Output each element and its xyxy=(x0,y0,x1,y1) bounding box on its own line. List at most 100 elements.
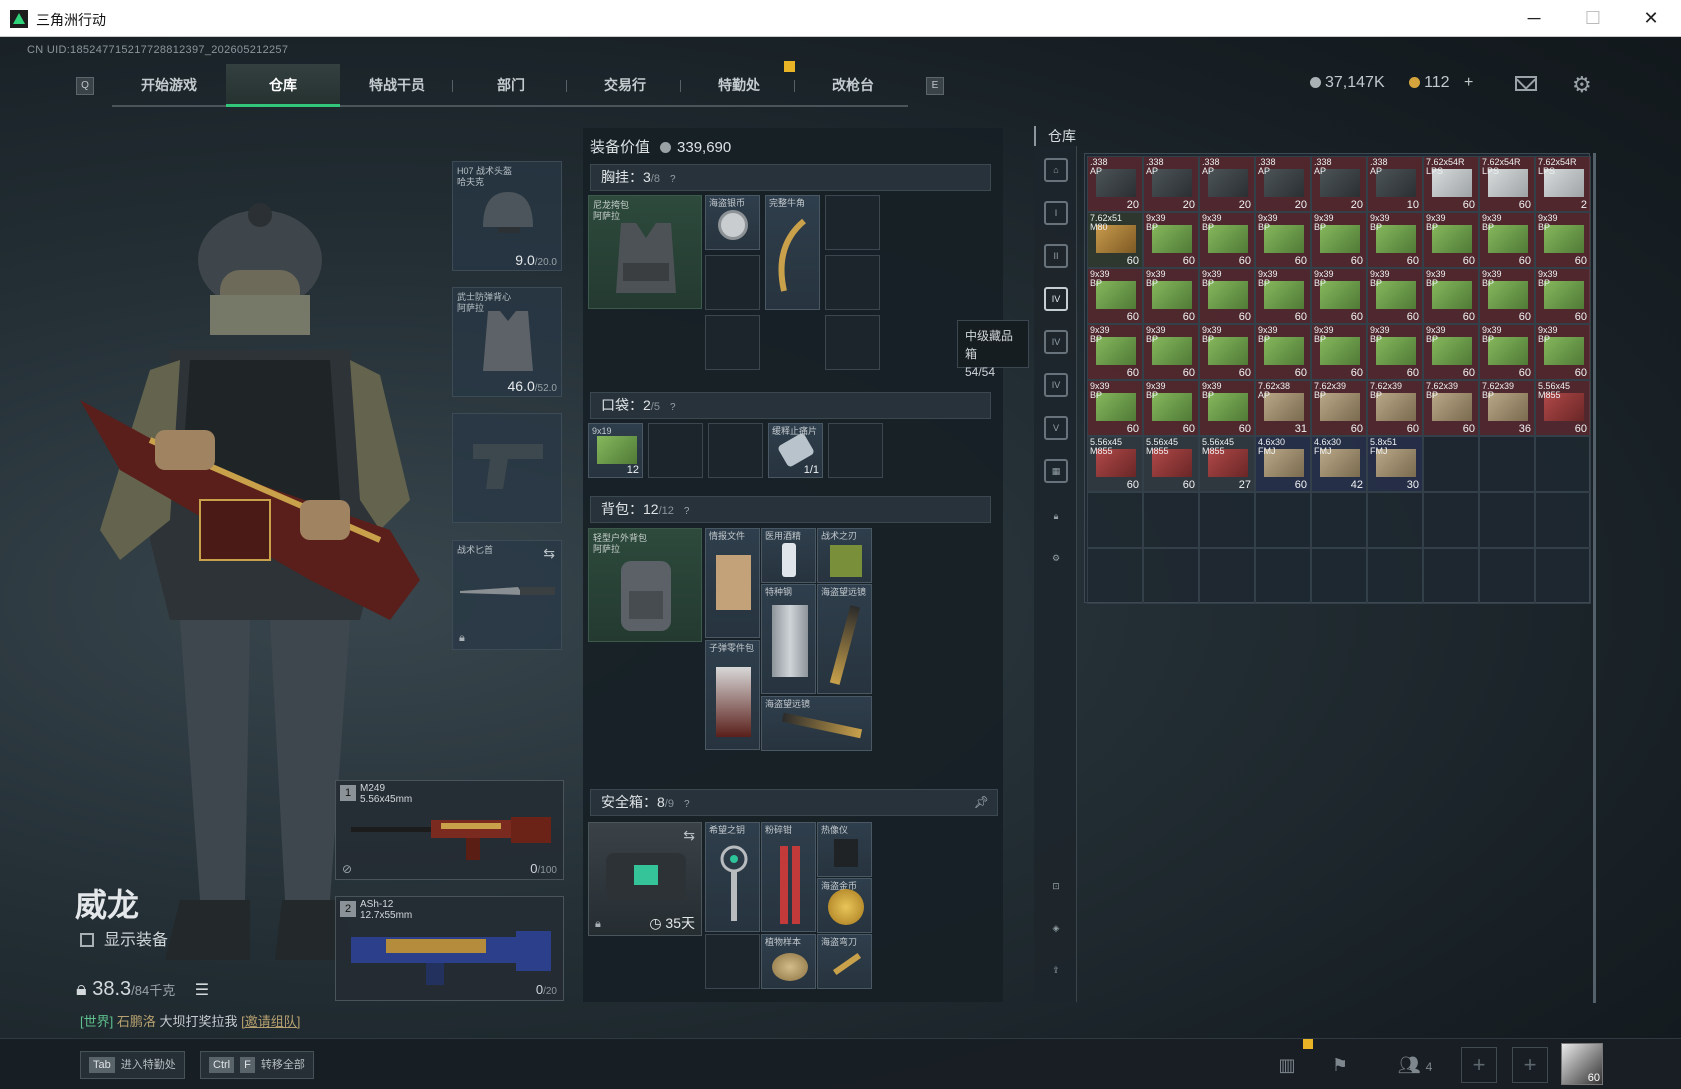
empty-warehouse-slot[interactable] xyxy=(1535,548,1591,604)
helmet-slot[interactable]: H07 战术头盔 哈夫克 9.0/20.0 xyxy=(452,161,562,271)
add-currency-button[interactable]: + xyxy=(1464,74,1473,91)
warehouse-item[interactable]: .338 AP 20 xyxy=(1087,156,1143,212)
backpack-item[interactable]: 海盗望远镜 xyxy=(817,584,872,694)
mail-icon[interactable] xyxy=(1515,76,1537,91)
help-icon[interactable]: ? xyxy=(670,167,676,192)
sort-icon[interactable]: ⊡ xyxy=(1044,876,1068,900)
warehouse-item[interactable]: 9x39 BP 60 xyxy=(1255,324,1311,380)
empty-warehouse-slot[interactable] xyxy=(1143,548,1199,604)
tab-special-ops[interactable]: 特勤处 xyxy=(682,64,796,107)
empty-warehouse-slot[interactable] xyxy=(1087,492,1143,548)
nav-prev-key[interactable]: Q xyxy=(76,77,94,95)
warehouse-item[interactable]: 7.62x54R LPS 60 xyxy=(1479,156,1535,212)
backpack-item[interactable]: 医用酒精 xyxy=(761,528,816,583)
warehouse-item[interactable]: 9x39 BP 60 xyxy=(1479,324,1535,380)
backpack-slot[interactable]: 轻型户外背包 阿萨拉 xyxy=(588,528,702,642)
empty-warehouse-slot[interactable] xyxy=(1479,548,1535,604)
avatar[interactable]: 60 xyxy=(1561,1043,1603,1085)
transfer-all-hint[interactable]: Ctrl F 转移全部 xyxy=(200,1051,314,1079)
invite-team-link[interactable]: [邀请组队] xyxy=(241,1014,300,1029)
pocket-item[interactable]: 缓释止痛片 1/1 xyxy=(768,423,823,478)
sidebar-page-5[interactable]: IV xyxy=(1044,330,1068,354)
tab-start-game[interactable]: 开始游戏 xyxy=(112,64,226,107)
team-button[interactable]: 👥︎ 4 xyxy=(1385,1049,1445,1081)
backpack-item[interactable]: 情报文件 xyxy=(705,528,760,638)
warehouse-item[interactable]: 9x39 BP 60 xyxy=(1087,380,1143,436)
empty-warehouse-slot[interactable] xyxy=(1311,548,1367,604)
warehouse-item[interactable]: 7.62x54R LPS 2 xyxy=(1535,156,1591,212)
weapon-slot-1[interactable]: 1 M249 5.56x45mm ⊘ 0/100 xyxy=(335,780,564,880)
tab-trading[interactable]: 交易行 xyxy=(568,64,682,107)
warehouse-item[interactable]: 9x39 BP 60 xyxy=(1143,380,1199,436)
empty-slot[interactable] xyxy=(705,934,760,989)
show-gear-checkbox[interactable] xyxy=(80,933,94,947)
help-icon[interactable]: ? xyxy=(684,792,690,817)
empty-warehouse-slot[interactable] xyxy=(1199,492,1255,548)
gear-icon[interactable]: ⚙ xyxy=(1044,548,1068,572)
empty-warehouse-slot[interactable] xyxy=(1087,548,1143,604)
warehouse-item[interactable]: 4.6x30 FMJ 60 xyxy=(1255,436,1311,492)
swap-icon[interactable]: ⇆ xyxy=(683,827,695,844)
warehouse-item[interactable]: 9x39 BP 60 xyxy=(1255,212,1311,268)
warehouse-item[interactable]: 7.62x38 AP 31 xyxy=(1255,380,1311,436)
warehouse-item[interactable]: 9x39 BP 60 xyxy=(1087,324,1143,380)
warehouse-item[interactable]: 4.6x30 FMJ 42 xyxy=(1311,436,1367,492)
sidebar-page-4[interactable]: IV xyxy=(1044,287,1068,311)
warehouse-item[interactable]: 9x39 BP 60 xyxy=(1311,268,1367,324)
close-button[interactable]: ✕ xyxy=(1631,5,1671,31)
backpack-item[interactable]: 海盗望远镜 xyxy=(761,696,872,751)
warehouse-item[interactable]: 9x39 BP 60 xyxy=(1199,380,1255,436)
warehouse-item[interactable]: 7.62x51 M80 60 xyxy=(1087,212,1143,268)
transfer-icon[interactable]: ⇪ xyxy=(1044,960,1068,984)
sidebar-page-6[interactable]: IV xyxy=(1044,373,1068,397)
safe-item[interactable]: 热像仪 xyxy=(817,822,872,877)
empty-slot[interactable] xyxy=(825,255,880,310)
empty-warehouse-slot[interactable] xyxy=(1535,492,1591,548)
chest-item[interactable]: 完整牛角 xyxy=(765,195,820,310)
warehouse-item[interactable]: 9x39 BP 60 xyxy=(1143,212,1199,268)
warehouse-item[interactable]: 9x39 BP 60 xyxy=(1199,212,1255,268)
safe-item[interactable]: 海盗弯刀 xyxy=(817,934,872,989)
empty-warehouse-slot[interactable] xyxy=(1255,492,1311,548)
empty-warehouse-slot[interactable] xyxy=(1423,436,1479,492)
chest-item[interactable]: 海盗银币 xyxy=(705,195,760,250)
backpack-item[interactable]: 战术之刃 xyxy=(817,528,872,583)
sidebar-page-1[interactable]: I xyxy=(1044,201,1068,225)
help-icon[interactable]: ? xyxy=(670,395,676,420)
empty-slot[interactable] xyxy=(825,195,880,250)
warehouse-item[interactable]: 9x39 BP 60 xyxy=(1143,268,1199,324)
empty-slot[interactable] xyxy=(705,255,760,310)
empty-warehouse-slot[interactable] xyxy=(1199,548,1255,604)
empty-warehouse-slot[interactable] xyxy=(1423,492,1479,548)
warehouse-item[interactable]: 7.62x39 BP 60 xyxy=(1367,380,1423,436)
warehouse-item[interactable]: 9x39 BP 60 xyxy=(1199,324,1255,380)
maximize-button[interactable]: ☐ xyxy=(1573,5,1613,31)
knife-slot[interactable]: 战术匕首 ⇆ 🔒︎ xyxy=(452,540,562,650)
empty-warehouse-slot[interactable] xyxy=(1255,548,1311,604)
warehouse-item[interactable]: 5.8x51 FMJ 30 xyxy=(1367,436,1423,492)
warehouse-item[interactable]: 9x39 BP 60 xyxy=(1423,268,1479,324)
weapon-slot-2[interactable]: 2 ASh-12 12.7x55mm 0/20 xyxy=(335,896,564,1001)
armor-slot[interactable]: 武士防弹背心 阿萨拉 46.0/52.0 xyxy=(452,287,562,397)
enter-special-ops-hint[interactable]: Tab 进入特勤处 xyxy=(80,1051,185,1079)
warehouse-item[interactable]: .338 AP 20 xyxy=(1199,156,1255,212)
warehouse-item[interactable]: 5.56x45 M855 60 xyxy=(1143,436,1199,492)
chat-user[interactable]: 石鹏洛 xyxy=(117,1014,156,1029)
warehouse-item[interactable]: 9x39 BP 60 xyxy=(1423,212,1479,268)
empty-warehouse-slot[interactable] xyxy=(1535,436,1591,492)
warehouse-item[interactable]: 9x39 BP 60 xyxy=(1367,212,1423,268)
safe-box-slot[interactable]: ⇆ 🔒︎ ◷ 35天 xyxy=(588,822,702,936)
warehouse-item[interactable]: 9x39 BP 60 xyxy=(1311,212,1367,268)
empty-slot[interactable] xyxy=(648,423,703,478)
warehouse-item[interactable]: 5.56x45 M855 60 xyxy=(1535,380,1591,436)
warehouse-item[interactable]: 9x39 BP 60 xyxy=(1367,324,1423,380)
warehouse-item[interactable]: .338 AP 20 xyxy=(1255,156,1311,212)
help-icon[interactable]: ? xyxy=(684,499,690,524)
lock-icon[interactable]: 🔒︎ xyxy=(1044,506,1068,530)
warehouse-item[interactable]: 9x39 BP 60 xyxy=(1087,268,1143,324)
tab-department[interactable]: 部门 xyxy=(454,64,568,107)
safe-item[interactable]: 海盗金币 xyxy=(817,878,872,933)
pistol-slot[interactable] xyxy=(452,413,562,523)
safe-item[interactable]: 粉碎钳 xyxy=(761,822,816,932)
add-teammate-button[interactable]: + xyxy=(1461,1047,1497,1083)
